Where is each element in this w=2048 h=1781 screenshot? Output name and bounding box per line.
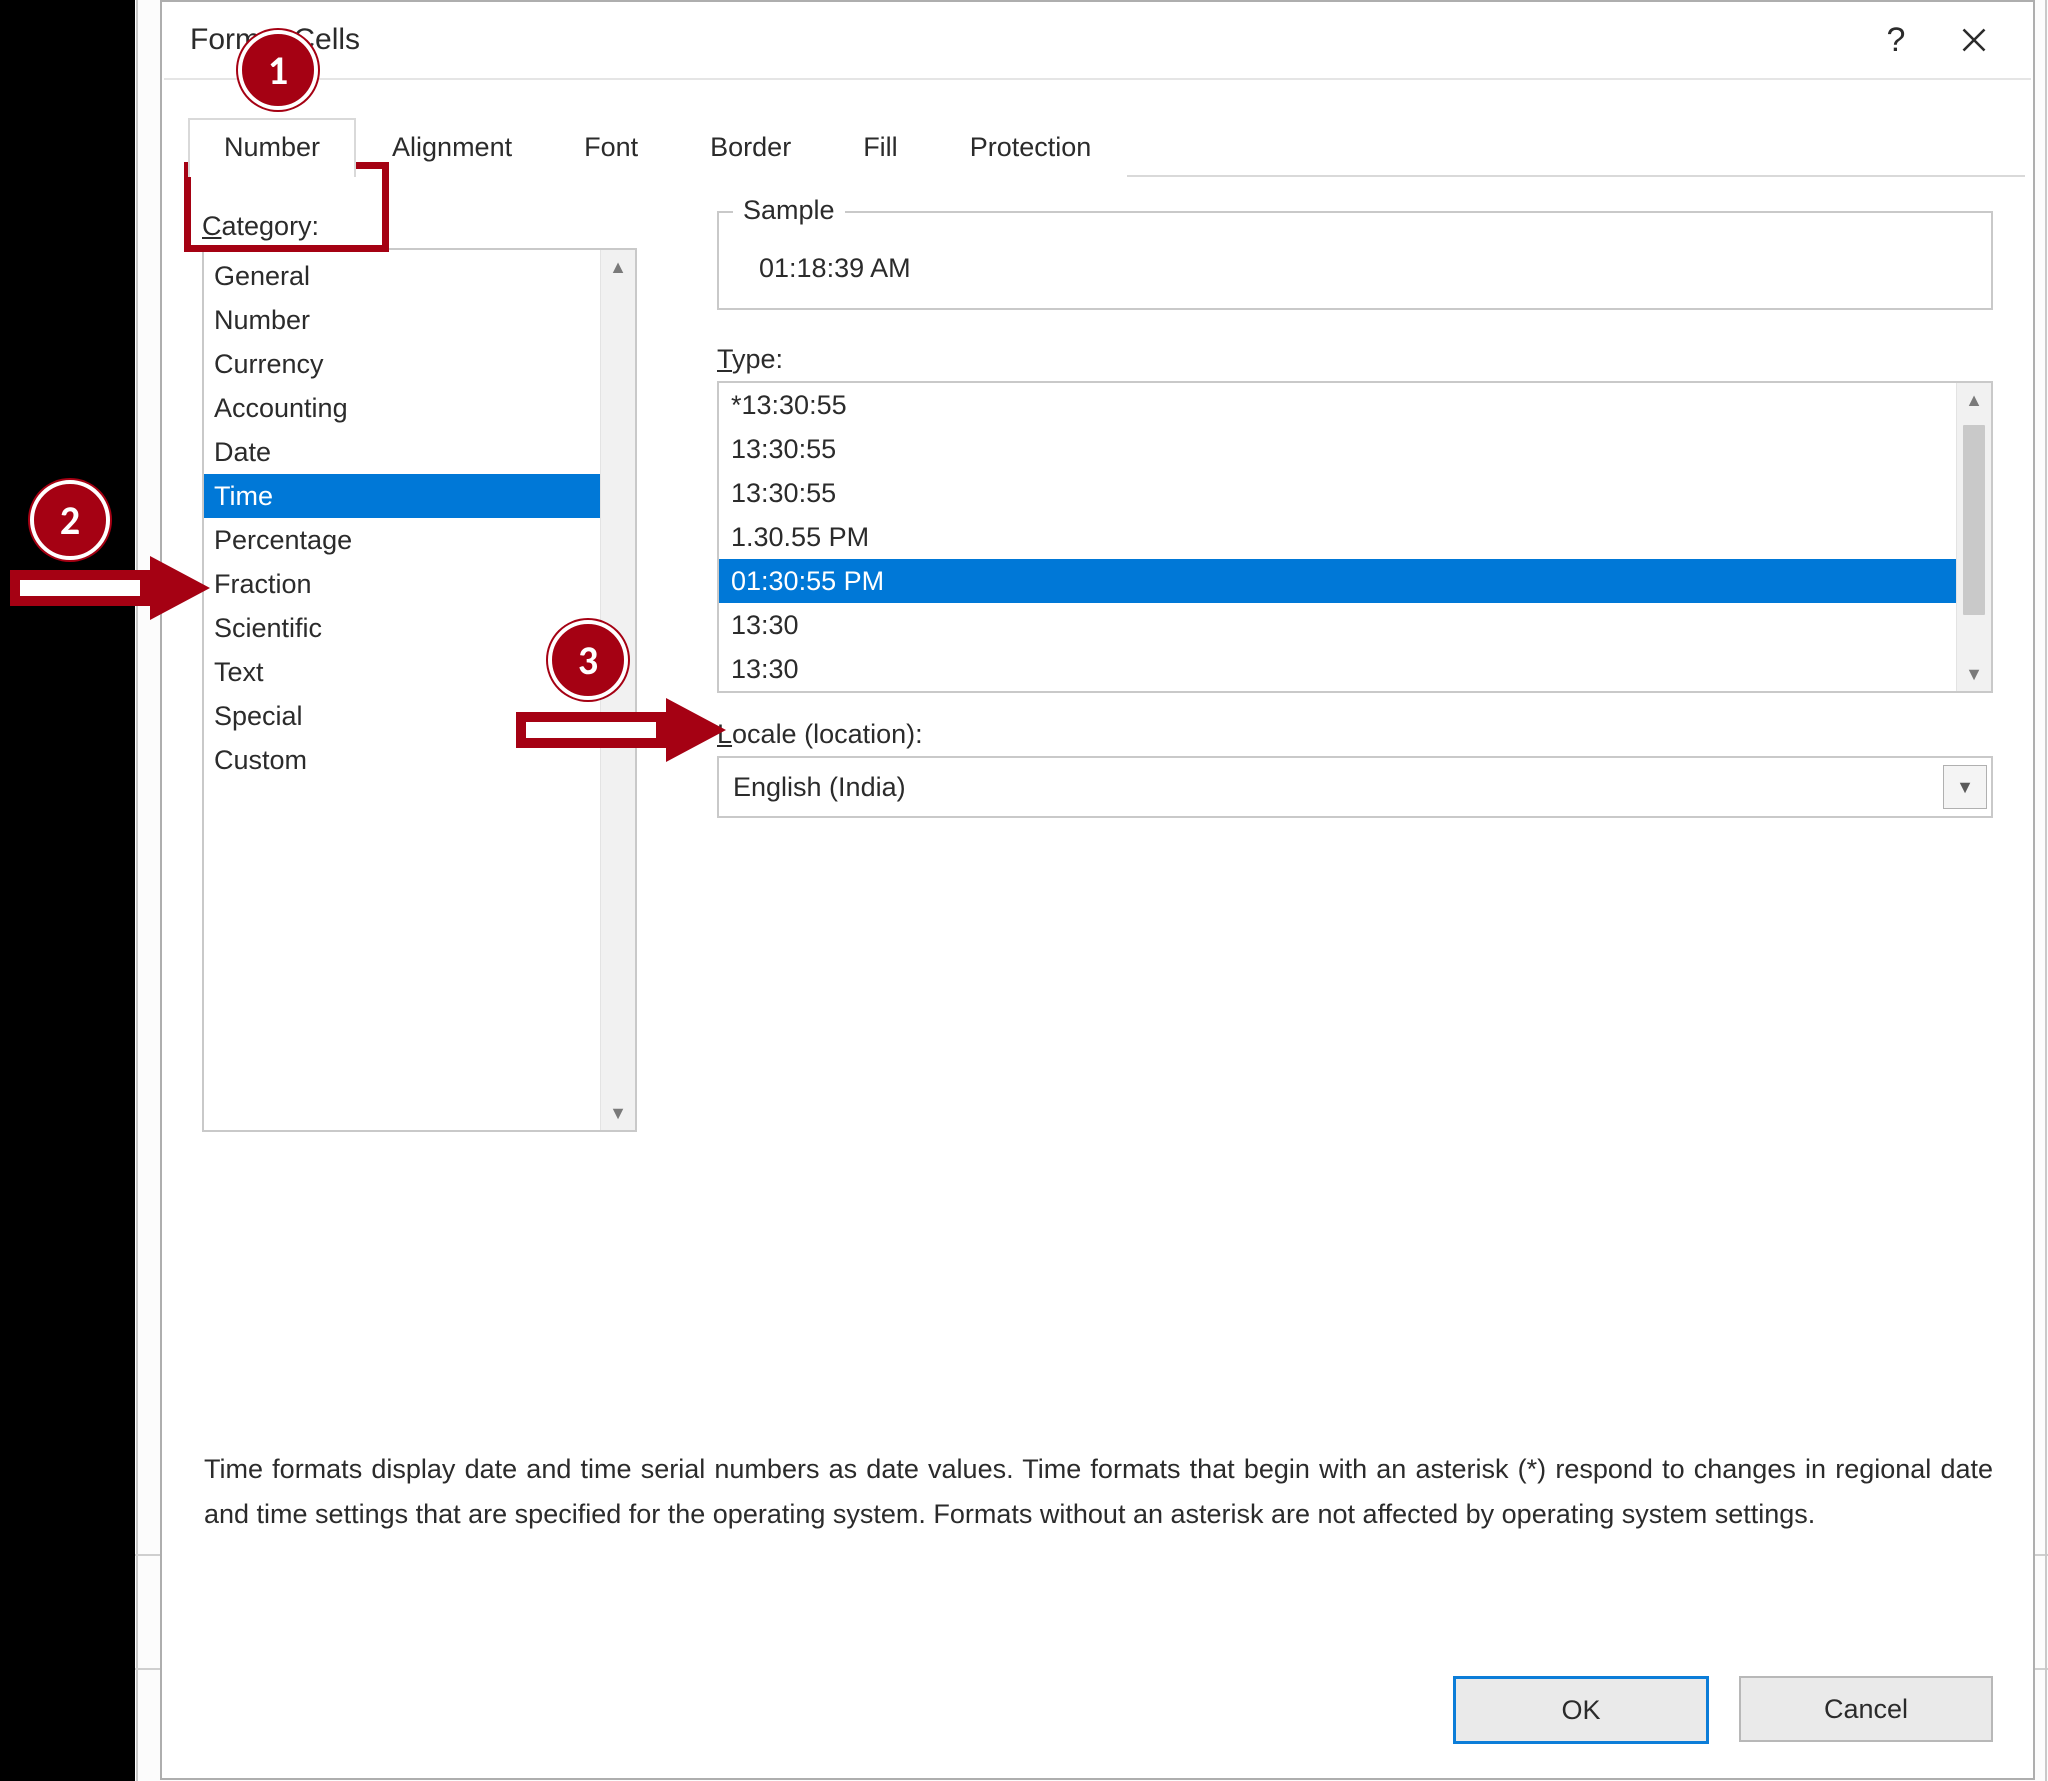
type-item[interactable]: 13:30:55 [719, 427, 1956, 471]
locale-dropdown[interactable]: English (India) ▼ [717, 756, 1993, 818]
type-item[interactable]: *13:30:55 [719, 383, 1956, 427]
titlebar: Format Cells ? [162, 2, 2033, 78]
close-button[interactable] [1935, 10, 2013, 70]
dialog-body: Category: General Number Currency Accoun… [162, 177, 2033, 1132]
type-item[interactable]: 13:30 [719, 603, 1956, 647]
type-item[interactable]: 1.30.55 PM [719, 515, 1956, 559]
type-item-selected[interactable]: 01:30:55 PM [719, 559, 1956, 603]
annotation-arrow-2 [10, 556, 210, 620]
locale-label: Locale (location): [717, 719, 1993, 750]
annotation-bubble-1: 1 [238, 30, 318, 110]
scroll-up-icon[interactable]: ▲ [601, 250, 635, 284]
sample-value: 01:18:39 AM [759, 253, 911, 283]
locale-value: English (India) [733, 772, 906, 803]
annotation-bubble-3: 3 [548, 620, 628, 700]
cancel-button[interactable]: Cancel [1739, 1676, 1993, 1742]
category-item-number[interactable]: Number [204, 298, 600, 342]
type-label: Type: [717, 344, 1993, 375]
scroll-down-icon[interactable]: ▼ [601, 1096, 635, 1130]
sample-label: Sample [733, 195, 845, 226]
tab-fill[interactable]: Fill [827, 118, 934, 177]
category-item-percentage[interactable]: Percentage [204, 518, 600, 562]
annotation-bubble-2: 2 [30, 480, 110, 560]
type-scrollbar[interactable]: ▲ ▼ [1956, 383, 1991, 691]
format-description: Time formats display date and time seria… [204, 1447, 1993, 1537]
tab-protection[interactable]: Protection [934, 118, 1128, 177]
annotation-arrow-3 [516, 698, 726, 762]
category-item-date[interactable]: Date [204, 430, 600, 474]
category-item-time[interactable]: Time [204, 474, 600, 518]
category-items: General Number Currency Accounting Date … [204, 250, 600, 1130]
tab-border[interactable]: Border [674, 118, 827, 177]
type-item[interactable]: 13:30:55 [719, 471, 1956, 515]
chevron-down-icon[interactable]: ▼ [1943, 765, 1987, 809]
tab-number[interactable]: Number [188, 118, 356, 177]
sample-box: Sample 01:18:39 AM [717, 211, 1993, 310]
scroll-up-icon[interactable]: ▲ [1957, 383, 1991, 417]
scroll-down-icon[interactable]: ▼ [1957, 657, 1991, 691]
format-cells-dialog: Format Cells ? Number Alignment Font Bor… [160, 0, 2035, 1780]
category-item-accounting[interactable]: Accounting [204, 386, 600, 430]
help-button[interactable]: ? [1857, 10, 1935, 70]
category-item-fraction[interactable]: Fraction [204, 562, 600, 606]
category-item-currency[interactable]: Currency [204, 342, 600, 386]
scrollbar-thumb[interactable] [1963, 425, 1985, 615]
right-column: Sample 01:18:39 AM Type: *13:30:55 13:30… [717, 211, 1993, 1132]
category-item-text[interactable]: Text [204, 650, 600, 694]
tab-strip: Number Alignment Font Border Fill Protec… [162, 116, 2033, 175]
ok-button[interactable]: OK [1453, 1676, 1709, 1744]
type-listbox[interactable]: *13:30:55 13:30:55 13:30:55 1.30.55 PM 0… [717, 381, 1993, 693]
tab-font[interactable]: Font [548, 118, 674, 177]
type-item[interactable]: 13:30 [719, 647, 1956, 691]
category-item-general[interactable]: General [204, 254, 600, 298]
category-item-scientific[interactable]: Scientific [204, 606, 600, 650]
dialog-button-row: OK Cancel [1453, 1676, 1993, 1744]
